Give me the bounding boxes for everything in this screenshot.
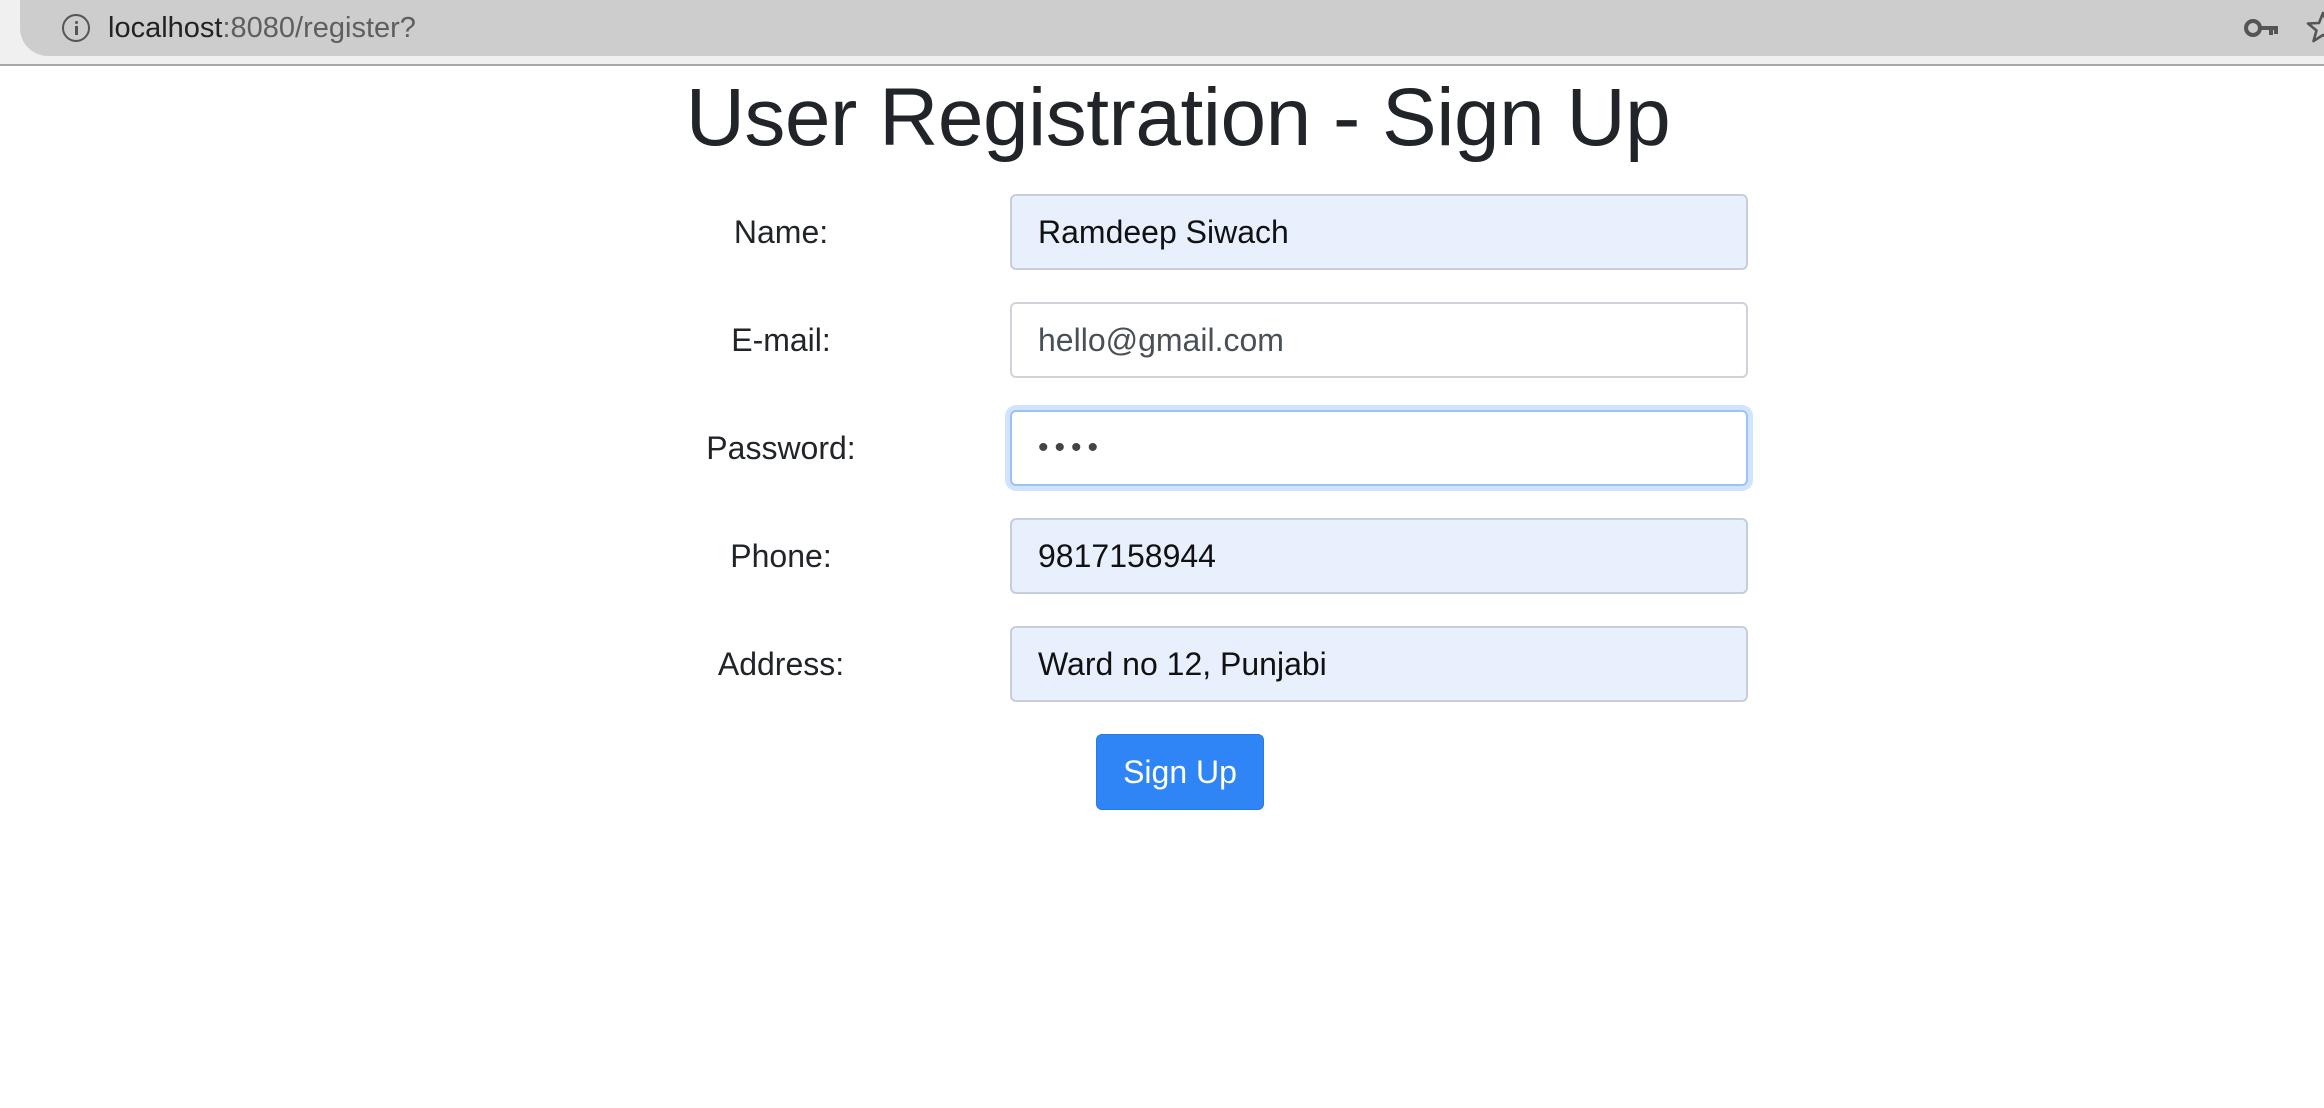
star-icon[interactable] (2306, 10, 2324, 44)
password-row: Password: (0, 410, 2324, 486)
email-input[interactable] (1010, 302, 1748, 378)
info-icon[interactable] (62, 14, 90, 42)
phone-label: Phone: (730, 538, 832, 574)
address-bar[interactable]: localhost:8080/register? (20, 0, 2324, 56)
key-icon[interactable] (2244, 16, 2280, 40)
email-row: E-mail: (0, 302, 2324, 378)
address-row: Address: (0, 626, 2324, 702)
name-input[interactable] (1010, 194, 1748, 270)
browser-toolbar: localhost:8080/register? (0, 0, 2324, 66)
password-input[interactable] (1010, 410, 1748, 486)
name-label: Name: (733, 214, 829, 250)
password-label: Password: (706, 430, 856, 466)
sign-up-button[interactable]: Sign Up (1096, 734, 1264, 810)
url-text[interactable]: localhost:8080/register? (108, 10, 416, 46)
url-path: :8080/register? (222, 12, 416, 44)
address-label: Address: (717, 646, 845, 682)
page-title: User Registration - Sign Up (685, 72, 1671, 163)
email-label: E-mail: (731, 322, 831, 358)
name-row: Name: (0, 194, 2324, 270)
url-host: localhost (108, 12, 223, 44)
phone-input[interactable] (1010, 518, 1748, 594)
phone-row: Phone: (0, 518, 2324, 594)
address-input[interactable] (1010, 626, 1748, 702)
